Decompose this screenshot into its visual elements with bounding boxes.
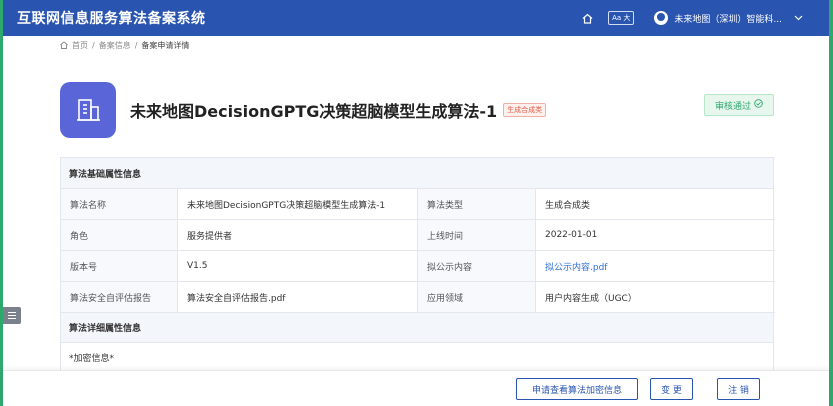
request-encrypted-info-button[interactable]: 申请查看算法加密信息 (516, 378, 638, 400)
window-frame-right (829, 0, 833, 406)
field-value: 服务提供者 (178, 220, 418, 251)
status-text: 审核通过 (714, 101, 751, 112)
breadcrumb: 首页 / 备案信息 / 备案申请详情 (60, 40, 189, 51)
field-value: 未来地图DecisionGPTG决策超脑模型生成算法-1 (178, 189, 418, 220)
change-button[interactable]: 变 更 (650, 378, 693, 400)
self-assessment-report-file[interactable]: 算法安全自评估报告.pdf (178, 282, 418, 313)
window-frame-left (0, 0, 3, 406)
algorithm-type-tag: 生成合成类 (503, 103, 547, 117)
field-label: 应用领域 (418, 282, 536, 313)
algorithm-info-panel: 算法基础属性信息 算法名称 未来地图DecisionGPTG决策超脑模型生成算法… (60, 157, 775, 377)
field-label: 角色 (61, 220, 178, 251)
breadcrumb-separator: / (92, 41, 95, 50)
deregister-button[interactable]: 注 销 (717, 378, 760, 400)
algorithm-name: 未来地图DecisionGPTG决策超脑模型生成算法-1 (130, 102, 498, 121)
field-value: 生成合成类 (536, 189, 775, 220)
field-value: V1.5 (178, 251, 418, 282)
breadcrumb-home[interactable]: 首页 (72, 40, 88, 51)
top-navbar: 互联网信息服务算法备案系统 Aa 大 未来地图（深圳）智能科... (3, 0, 829, 36)
home-small-icon[interactable] (60, 40, 68, 51)
field-label: 上线时间 (418, 220, 536, 251)
public-content-file-link[interactable]: 拟公示内容.pdf (536, 251, 775, 282)
chevron-down-icon[interactable] (794, 13, 803, 24)
basic-info-table: 算法名称 未来地图DecisionGPTG决策超脑模型生成算法-1 算法类型 生… (61, 189, 775, 313)
font-size-toggle[interactable]: Aa 大 (608, 11, 635, 25)
field-label: 算法名称 (61, 189, 178, 220)
field-label: 算法安全自评估报告 (61, 282, 178, 313)
status-badge: 审核通过 (704, 94, 774, 116)
check-circle-icon (754, 99, 763, 111)
side-menu-toggle-icon[interactable] (3, 307, 21, 324)
home-icon[interactable] (580, 11, 594, 25)
breadcrumb-filing-info[interactable]: 备案信息 (99, 40, 131, 51)
algorithm-header: 未来地图DecisionGPTG决策超脑模型生成算法-1 生成合成类 审核通过 (60, 80, 776, 140)
field-label: 版本号 (61, 251, 178, 282)
breadcrumb-current: 备案申请详情 (141, 41, 190, 50)
basic-section-title: 算法基础属性信息 (61, 158, 773, 189)
detail-section-title: 算法详细属性信息 (61, 313, 773, 343)
top-right-toolbar: Aa 大 未来地图（深圳）智能科... (580, 11, 829, 25)
field-value: 2022-01-01 (536, 220, 775, 251)
field-label: 拟公示内容 (418, 251, 536, 282)
building-icon (60, 82, 116, 138)
user-name[interactable]: 未来地图（深圳）智能科... (674, 12, 782, 25)
breadcrumb-separator: / (134, 41, 138, 50)
action-footer: 申请查看算法加密信息 变 更 注 销 (3, 370, 829, 406)
app-title: 互联网信息服务算法备案系统 (17, 11, 206, 27)
encrypted-info-label: *加密信息* (69, 353, 115, 364)
user-avatar-icon[interactable] (654, 11, 669, 25)
field-value: 用户内容生成（UGC） (536, 282, 775, 313)
field-label: 算法类型 (418, 189, 536, 220)
